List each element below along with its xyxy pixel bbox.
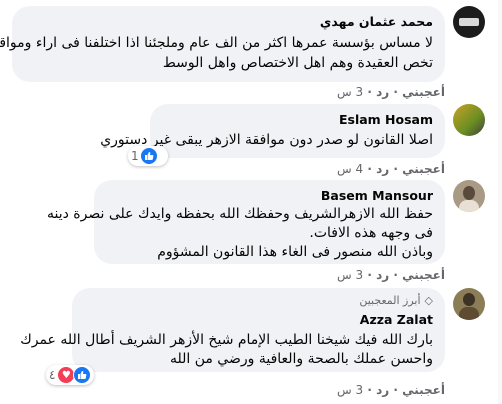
avatar[interactable]: [453, 288, 485, 320]
reaction-summary[interactable]: ٤ ♥: [46, 365, 94, 385]
avatar[interactable]: [453, 104, 485, 136]
comment-author[interactable]: Basem Mansour: [321, 188, 433, 203]
reaction-count: 1: [131, 149, 139, 163]
like-link[interactable]: أعجبني: [402, 162, 445, 176]
top-fan-badge: ◇ أبرز المعجبين: [359, 294, 433, 307]
comment-text-line: وباذن الله منصور فى الغاء هذا القانون ال…: [157, 244, 433, 260]
comment-timestamp[interactable]: 4 س: [337, 162, 363, 176]
like-link[interactable]: أعجبني: [402, 383, 445, 397]
comment-text-line: لا مساس بؤسسة عمرها اكثر من الف عام وملج…: [0, 35, 433, 51]
comment-actions: أعجبني · رد · 3 س: [337, 268, 445, 282]
comment-text-line: فى وجهه هذه الافات.: [309, 225, 433, 241]
comment-bubble: محمد عثمان مهدي لا مساس بؤسسة عمرها اكثر…: [0, 6, 445, 82]
comment-author[interactable]: محمد عثمان مهدي: [320, 14, 433, 29]
reply-link[interactable]: رد: [376, 162, 389, 176]
comment-author[interactable]: Azza Zalat: [360, 312, 433, 327]
diamond-icon: ◇: [424, 294, 433, 307]
comment-actions: أعجبني · رد · 3 س: [337, 85, 445, 99]
comment-bubble: ◇ أبرز المعجبين Azza Zalat بارك الله فيك…: [20, 288, 445, 372]
comment-text-line: واحسن عملك بالصحة والعافية ورضي من الله: [169, 351, 433, 367]
reaction-count: ٤: [49, 368, 56, 382]
scrollbar[interactable]: [498, 0, 502, 404]
comment-text-line: تخص العقيدة وهم اهل الاختصاص واهل الوسط: [162, 55, 433, 71]
comment-timestamp[interactable]: 3 س: [337, 85, 363, 99]
reaction-summary[interactable]: 1: [128, 146, 168, 166]
comment-timestamp[interactable]: 3 س: [337, 268, 363, 282]
comment-bubble: Basem Mansour حفظ الله الازهرالشريف وحفظ…: [47, 180, 445, 264]
like-reaction-icon: [73, 366, 91, 384]
comment-bubble: Eslam Hosam اصلا القانون لو صدر دون مواف…: [100, 104, 445, 158]
comment-author[interactable]: Eslam Hosam: [339, 112, 433, 127]
reply-link[interactable]: رد: [376, 85, 389, 99]
comment-actions: أعجبني · رد · 4 س: [337, 162, 445, 176]
avatar[interactable]: [453, 6, 485, 38]
comment-text-line: حفظ الله الازهرالشريف وحفظك الله بحفظه و…: [46, 206, 433, 222]
comment-timestamp[interactable]: 3 س: [337, 383, 363, 397]
like-reaction-icon: [139, 147, 158, 165]
reply-link[interactable]: رد: [376, 268, 389, 282]
like-link[interactable]: أعجبني: [402, 85, 445, 99]
comment-actions: أعجبني · رد · 3 س: [337, 383, 445, 397]
like-link[interactable]: أعجبني: [402, 268, 445, 282]
reply-link[interactable]: رد: [376, 383, 389, 397]
comment-text-line: بارك الله فيك شيخنا الطيب الإمام شيخ الأ…: [20, 332, 433, 348]
avatar[interactable]: [453, 180, 485, 212]
